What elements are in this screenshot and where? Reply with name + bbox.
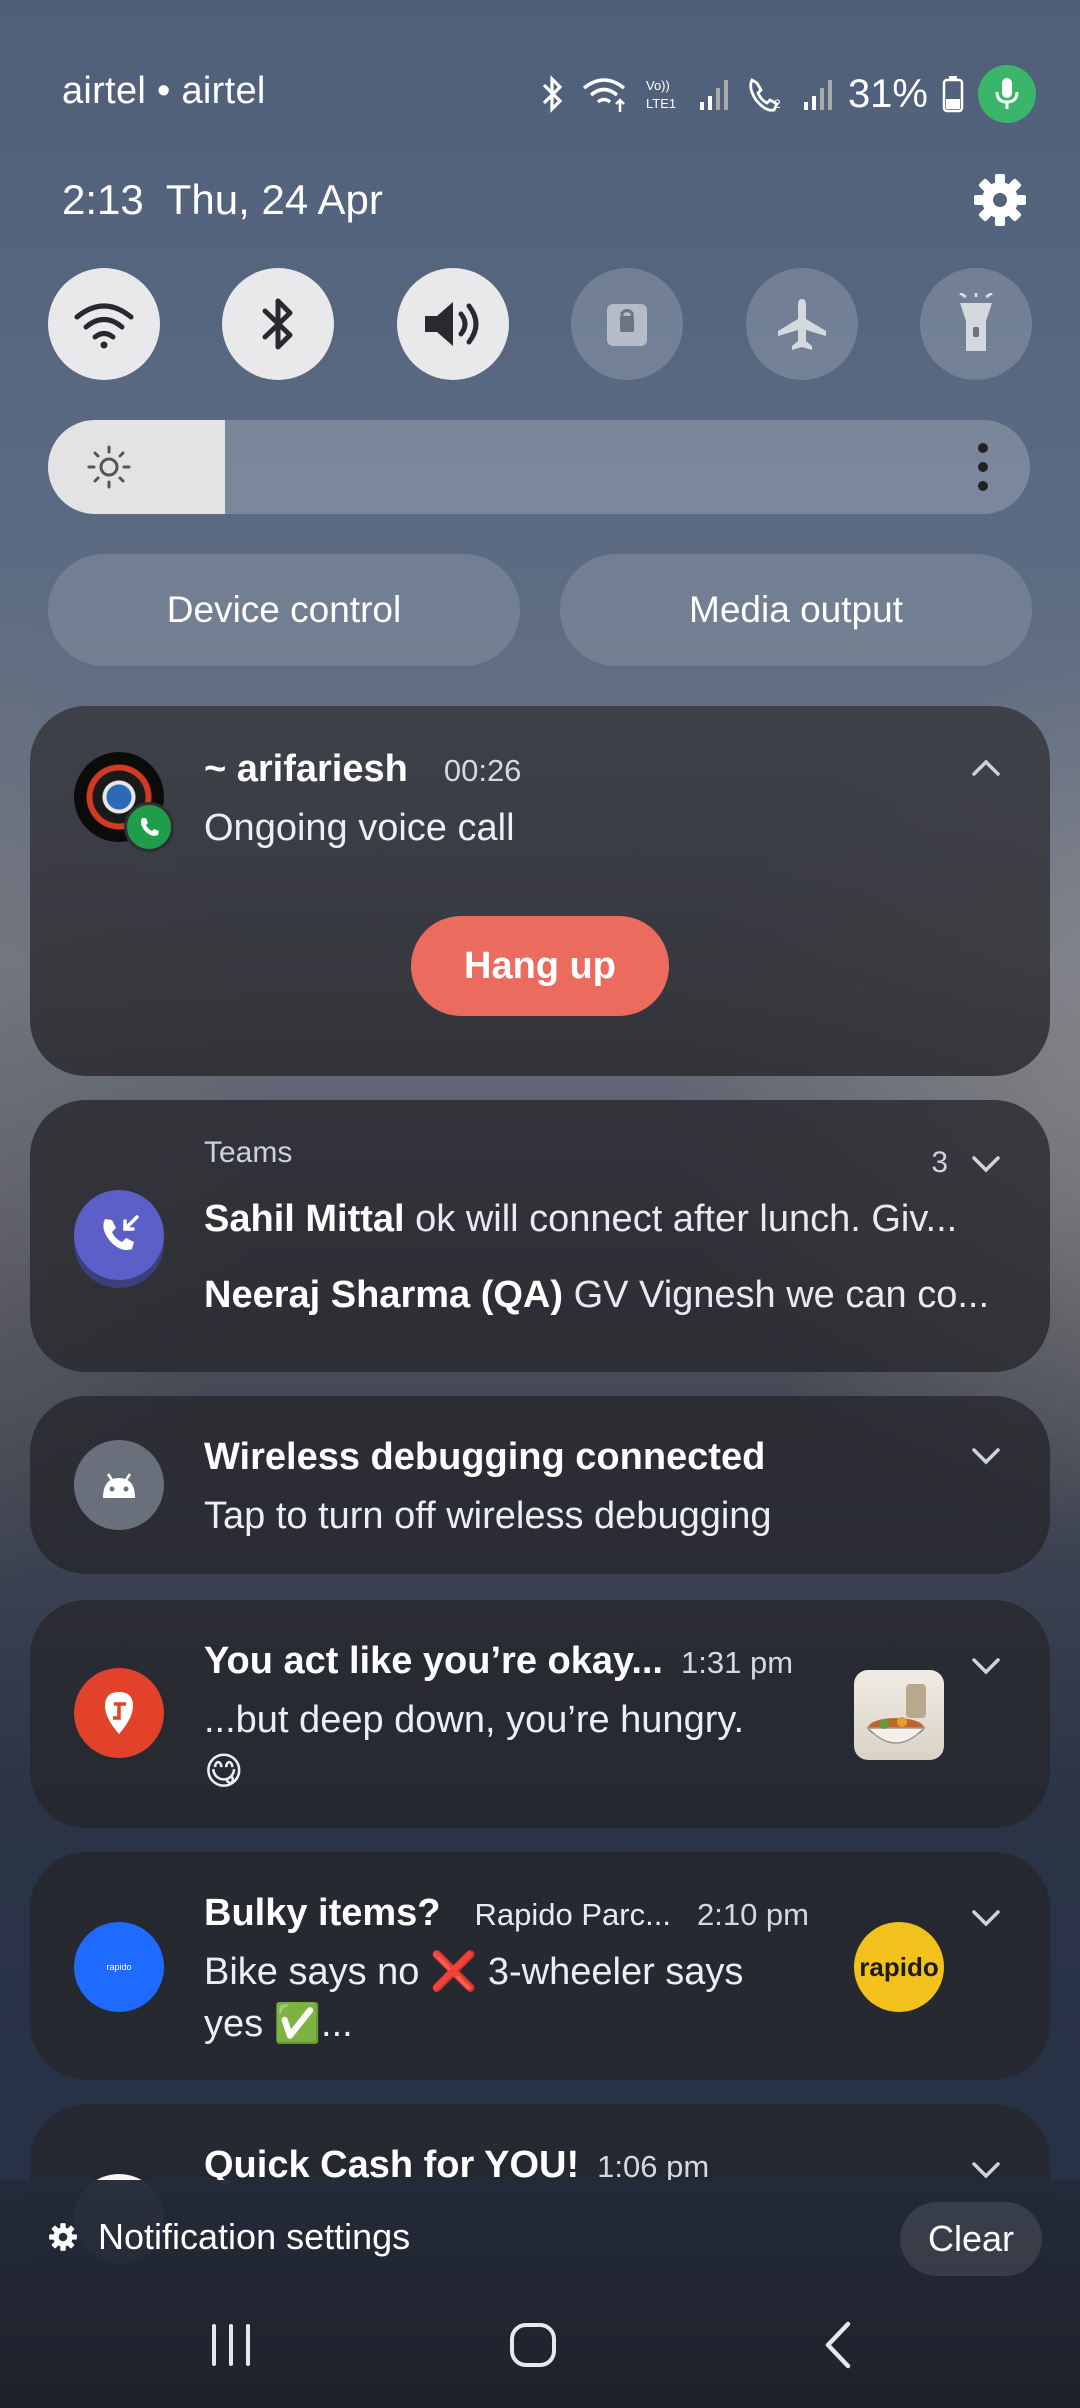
rapido-thumbnail: rapido <box>854 1922 944 2012</box>
food-title: You act like you’re okay... 1:31 pm <box>204 1640 793 1683</box>
message-text: ok will connect after lunch. Giv... <box>415 1198 958 1240</box>
food-body-line2: 😋 <box>204 1751 244 1793</box>
wifi-toggle[interactable] <box>48 268 160 380</box>
back-icon[interactable] <box>818 2320 858 2370</box>
airplane-icon <box>777 299 826 350</box>
swiggy-app-icon <box>74 1668 164 1758</box>
svg-text:Vo)): Vo)) <box>646 78 670 93</box>
message-text: GV Vignesh we can co... <box>573 1274 989 1316</box>
lock-icon <box>607 304 648 346</box>
chevron-down-icon[interactable] <box>970 1154 1002 1174</box>
teams-message: Neeraj Sharma (QA) GV Vignesh we can co.… <box>204 1274 1024 1317</box>
brightness-icon <box>87 445 131 489</box>
location-pin-icon <box>105 1692 133 1734</box>
rapido-app-icon: rapido <box>74 1922 164 2012</box>
android-debug-icon <box>103 1473 135 1498</box>
teams-app-name: Teams <box>204 1136 293 1169</box>
rapido-body-line2: yes ✅... <box>204 2003 353 2045</box>
bluetooth-status-icon <box>542 75 563 113</box>
quick-settings-toggles <box>48 268 1032 380</box>
call-status: Ongoing voice call <box>204 807 515 849</box>
food-thumbnail <box>854 1670 944 1760</box>
rapido-notification[interactable]: rapido Bulky items? Rapido Parc... 2:10 pm… <box>30 1852 1050 2080</box>
flashlight-icon <box>959 293 993 351</box>
notification-settings-label: Notification settings <box>98 2216 411 2257</box>
chevron-up-icon[interactable] <box>970 758 1002 778</box>
rapido-time: 2:10 pm <box>696 1897 809 1932</box>
rotation-lock-toggle[interactable] <box>571 268 684 380</box>
brightness-fill <box>48 420 225 514</box>
wifi-calling-icon: 2 <box>749 78 781 112</box>
food-time: 1:31 pm <box>681 1645 794 1680</box>
notification-count: 3 <box>931 1146 948 1179</box>
call-title: ~ arifariesh 00:26 <box>204 748 521 791</box>
cash-time: 1:06 pm <box>597 2149 710 2184</box>
notification-settings-link[interactable]: Notification settings <box>48 2216 410 2258</box>
svg-text:LTE1: LTE1 <box>646 96 676 111</box>
status-icons: Vo)) LTE1 2 31% <box>540 64 1036 124</box>
food-title-text: You act like you’re okay... <box>204 1640 663 1682</box>
caller-name: ~ arifariesh <box>204 748 408 790</box>
clock: 2:13 <box>62 176 144 223</box>
media-output-button[interactable]: Media output <box>560 554 1032 666</box>
teams-app-icon <box>74 1190 164 1280</box>
food-notification[interactable]: You act like you’re okay... 1:31 pm ...bu… <box>30 1600 1050 1828</box>
airplane-toggle[interactable] <box>745 268 858 380</box>
date-time: 2:13 Thu, 24 Apr <box>62 176 383 224</box>
more-options-icon[interactable] <box>976 442 990 492</box>
flashlight-toggle[interactable] <box>919 268 1032 380</box>
rapido-app-name: Rapido Parc... <box>474 1897 671 1932</box>
device-control-button[interactable]: Device control <box>48 554 520 666</box>
call-duration: 00:26 <box>443 753 522 788</box>
bluetooth-toggle[interactable] <box>222 268 335 380</box>
wifi-status-icon <box>582 78 626 112</box>
navigation-bar <box>0 2300 1080 2408</box>
signal-icon-2 <box>803 80 832 110</box>
gear-icon <box>49 2223 77 2251</box>
teams-notification[interactable]: Teams 3 Sahil Mittal ok will connect aft… <box>30 1100 1050 1372</box>
phone-badge <box>124 802 174 852</box>
bluetooth-icon <box>262 298 293 350</box>
carrier-name: airtel • airtel <box>62 70 266 112</box>
brightness-slider[interactable] <box>48 420 1030 514</box>
call-notification[interactable]: ~ arifariesh 00:26 Ongoing voice call Han… <box>30 706 1050 1076</box>
clear-button[interactable]: Clear <box>900 2202 1042 2276</box>
debug-body: Tap to turn off wireless debugging <box>204 1495 772 1537</box>
microphone-icon <box>995 78 1019 109</box>
android-system-icon <box>74 1440 164 1530</box>
svg-text:2: 2 <box>774 97 781 111</box>
wifi-icon <box>74 303 134 349</box>
message-sender: Neeraj Sharma (QA) <box>204 1274 564 1316</box>
volte-icon: Vo)) LTE1 <box>646 78 676 111</box>
debug-title: Wireless debugging connected <box>204 1436 766 1478</box>
debugging-notification[interactable]: Wireless debugging connected Tap to turn… <box>30 1396 1050 1574</box>
recent-apps-icon[interactable] <box>206 2320 256 2370</box>
message-sender: Sahil Mittal <box>204 1198 405 1240</box>
gear-icon[interactable] <box>972 172 1028 228</box>
rapido-body-line1: Bike says no ❌ 3-wheeler says <box>204 1951 744 1993</box>
battery-percentage: 31% <box>847 71 928 116</box>
food-body-line1: ...but deep down, you’re hungry. <box>204 1699 745 1741</box>
rapido-title: Bulky items? Rapido Parc... 2:10 pm <box>204 1892 809 1935</box>
chevron-down-icon[interactable] <box>970 1656 1002 1676</box>
date: Thu, 24 Apr <box>165 176 383 223</box>
teams-message: Sahil Mittal ok will connect after lunch… <box>204 1198 1024 1241</box>
volume-icon <box>424 302 479 346</box>
phone-icon <box>141 818 159 836</box>
signal-icon-1 <box>699 80 728 110</box>
hang-up-button[interactable]: Hang up <box>411 916 669 1016</box>
incoming-call-icon <box>103 1215 139 1250</box>
battery-icon <box>942 76 964 113</box>
chevron-down-icon[interactable] <box>970 1908 1002 1928</box>
mic-in-use-indicator[interactable] <box>978 65 1036 123</box>
home-icon[interactable] <box>508 2320 558 2370</box>
sound-toggle[interactable] <box>396 268 509 380</box>
chevron-down-icon[interactable] <box>970 1446 1002 1466</box>
chevron-down-icon[interactable] <box>970 2160 1002 2180</box>
rapido-title-text: Bulky items? <box>204 1892 441 1934</box>
food-bowl-icon <box>866 1684 926 1744</box>
